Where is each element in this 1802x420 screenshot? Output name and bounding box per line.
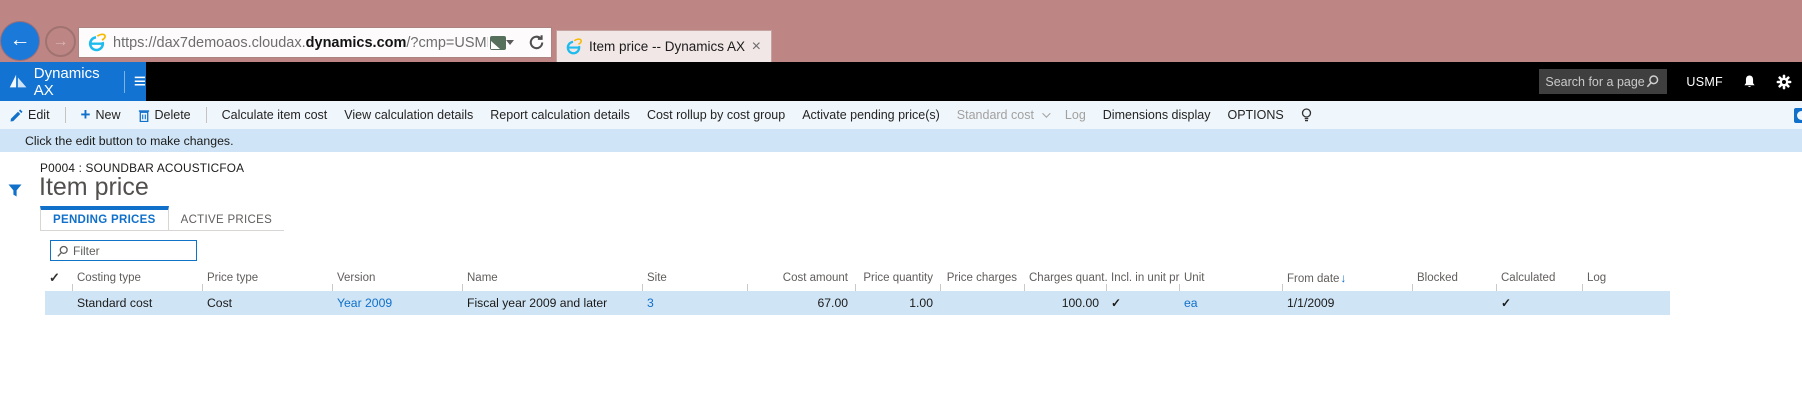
new-button[interactable]: + New: [80, 105, 121, 124]
office-icon: [1794, 108, 1802, 123]
page-search-box[interactable]: [1539, 69, 1668, 94]
cell-charges-quantity[interactable]: 100.00: [1025, 291, 1107, 315]
filter-funnel-icon[interactable]: [8, 184, 22, 197]
activate-pending-prices-button[interactable]: Activate pending price(s): [802, 108, 940, 122]
settings-gear-icon[interactable]: [1776, 74, 1792, 90]
cell-incl-in-unit-price-check-icon[interactable]: ✓: [1107, 291, 1180, 315]
divider: [205, 107, 207, 123]
cell-price-type[interactable]: Cost: [203, 291, 333, 315]
search-icon: [1647, 75, 1659, 88]
cell-price-charges[interactable]: [941, 291, 1025, 315]
col-price-quantity[interactable]: Price quantity: [856, 266, 941, 291]
tab-active-prices[interactable]: ACTIVE PRICES: [169, 206, 284, 230]
cell-calculated-check-icon[interactable]: ✓: [1497, 291, 1583, 315]
grid-filter-box[interactable]: [50, 240, 197, 261]
forward-icon: →: [52, 33, 69, 50]
close-tab-icon[interactable]: ×: [750, 38, 763, 55]
cost-rollup-by-cost-group-button[interactable]: Cost rollup by cost group: [647, 108, 785, 122]
browser-chrome: ← → https://dax7demoaos.cloudax.dynamics…: [0, 0, 1802, 62]
cell-from-date[interactable]: 1/1/2009: [1283, 291, 1413, 315]
page-search-input[interactable]: [1545, 74, 1646, 89]
options-tab[interactable]: OPTIONS: [1227, 108, 1283, 122]
divider: [64, 107, 66, 123]
forward-button[interactable]: →: [45, 26, 76, 57]
prices-grid: ✓ Costing type Price type Version Name S…: [45, 266, 1670, 315]
divider: [123, 70, 125, 93]
cell-cost-amount[interactable]: 67.00: [748, 291, 856, 315]
cell-log[interactable]: [1583, 291, 1670, 315]
company-selector[interactable]: USMF: [1686, 75, 1723, 89]
address-bar[interactable]: https://dax7demoaos.cloudax.dynamics.com…: [78, 27, 552, 58]
page-title: Item price: [39, 173, 149, 201]
refresh-icon[interactable]: [528, 34, 545, 51]
col-incl-in-unit-price[interactable]: Incl. in unit price: [1107, 266, 1180, 291]
col-cost-amount[interactable]: Cost amount: [748, 266, 856, 291]
notifications-bell-icon[interactable]: [1742, 74, 1757, 90]
message-text: Click the edit button to make changes.: [25, 133, 234, 148]
browser-tab[interactable]: Item price -- Dynamics AX ... ×: [556, 30, 772, 62]
col-price-charges[interactable]: Price charges: [941, 266, 1025, 291]
sort-descending-icon: ↓: [1340, 270, 1347, 285]
url-text: https://dax7demoaos.cloudax.dynamics.com…: [113, 34, 488, 51]
app-header: Dynamics AX ≡ USMF: [0, 62, 1802, 101]
cell-unit-link[interactable]: ea: [1180, 291, 1283, 315]
col-name[interactable]: Name: [463, 266, 643, 291]
col-log[interactable]: Log: [1583, 266, 1670, 291]
tab-title: Item price -- Dynamics AX ...: [589, 39, 750, 54]
col-unit[interactable]: Unit: [1180, 266, 1283, 291]
trash-icon: [138, 109, 149, 122]
col-site[interactable]: Site: [643, 266, 748, 291]
row-select-cell[interactable]: [45, 291, 73, 315]
app-title: Dynamics AX: [33, 64, 100, 99]
tab-pending-prices[interactable]: PENDING PRICES: [40, 206, 169, 230]
view-calculation-details-button[interactable]: View calculation details: [344, 108, 473, 122]
lightbulb-icon[interactable]: [1301, 107, 1312, 123]
cell-version-link[interactable]: Year 2009: [333, 291, 463, 315]
app-brand[interactable]: Dynamics AX ≡: [0, 62, 146, 101]
cell-name[interactable]: Fiscal year 2009 and later: [463, 291, 643, 315]
chevron-down-icon: [1042, 109, 1051, 118]
log-button: Log: [1064, 108, 1086, 122]
col-from-date[interactable]: From date↓: [1283, 266, 1413, 291]
col-charges-quantity[interactable]: Charges quant...: [1025, 266, 1107, 291]
calculate-item-cost-button[interactable]: Calculate item cost: [222, 108, 328, 122]
grid-header-row: ✓ Costing type Price type Version Name S…: [45, 266, 1670, 291]
hamburger-menu-icon[interactable]: ≡: [134, 71, 146, 92]
col-price-type[interactable]: Price type: [203, 266, 333, 291]
standard-cost-menu-button: Standard cost: [957, 108, 1051, 122]
tab-strip: PENDING PRICES ACTIVE PRICES: [40, 206, 285, 231]
plus-icon: +: [80, 105, 91, 124]
ie-icon: [566, 38, 582, 55]
dimensions-display-button[interactable]: Dimensions display: [1103, 108, 1211, 122]
col-version[interactable]: Version: [333, 266, 463, 291]
delete-button[interactable]: Delete: [138, 108, 191, 122]
grid-row-selected[interactable]: Standard cost Cost Year 2009 Fiscal year…: [45, 291, 1670, 315]
cell-site-link[interactable]: 3: [643, 291, 748, 315]
col-calculated[interactable]: Calculated: [1497, 266, 1583, 291]
back-button[interactable]: ←: [1, 22, 39, 60]
report-calculation-details-button[interactable]: Report calculation details: [490, 108, 630, 122]
select-all-check-icon[interactable]: ✓: [45, 266, 73, 291]
page-thumbnail-icon: [490, 35, 506, 50]
address-dropdown-icon[interactable]: [506, 40, 514, 45]
cell-costing-type[interactable]: Standard cost: [73, 291, 203, 315]
edit-button[interactable]: Edit: [10, 108, 50, 122]
col-costing-type[interactable]: Costing type: [73, 266, 203, 291]
header-right: USMF: [1539, 62, 1792, 101]
grid-filter-input[interactable]: [73, 241, 193, 260]
dynamics-logo-icon: [9, 74, 27, 88]
pencil-icon: [10, 108, 23, 121]
ie-icon: [88, 33, 106, 52]
cell-price-quantity[interactable]: 1.00: [856, 291, 941, 315]
back-icon: ←: [9, 28, 31, 51]
search-icon: [57, 245, 68, 257]
message-bar: Click the edit button to make changes.: [0, 129, 1802, 152]
action-pane: Edit + New Delete Calculate item cost Vi…: [0, 101, 1802, 129]
cell-blocked[interactable]: [1413, 291, 1497, 315]
col-blocked[interactable]: Blocked: [1413, 266, 1497, 291]
